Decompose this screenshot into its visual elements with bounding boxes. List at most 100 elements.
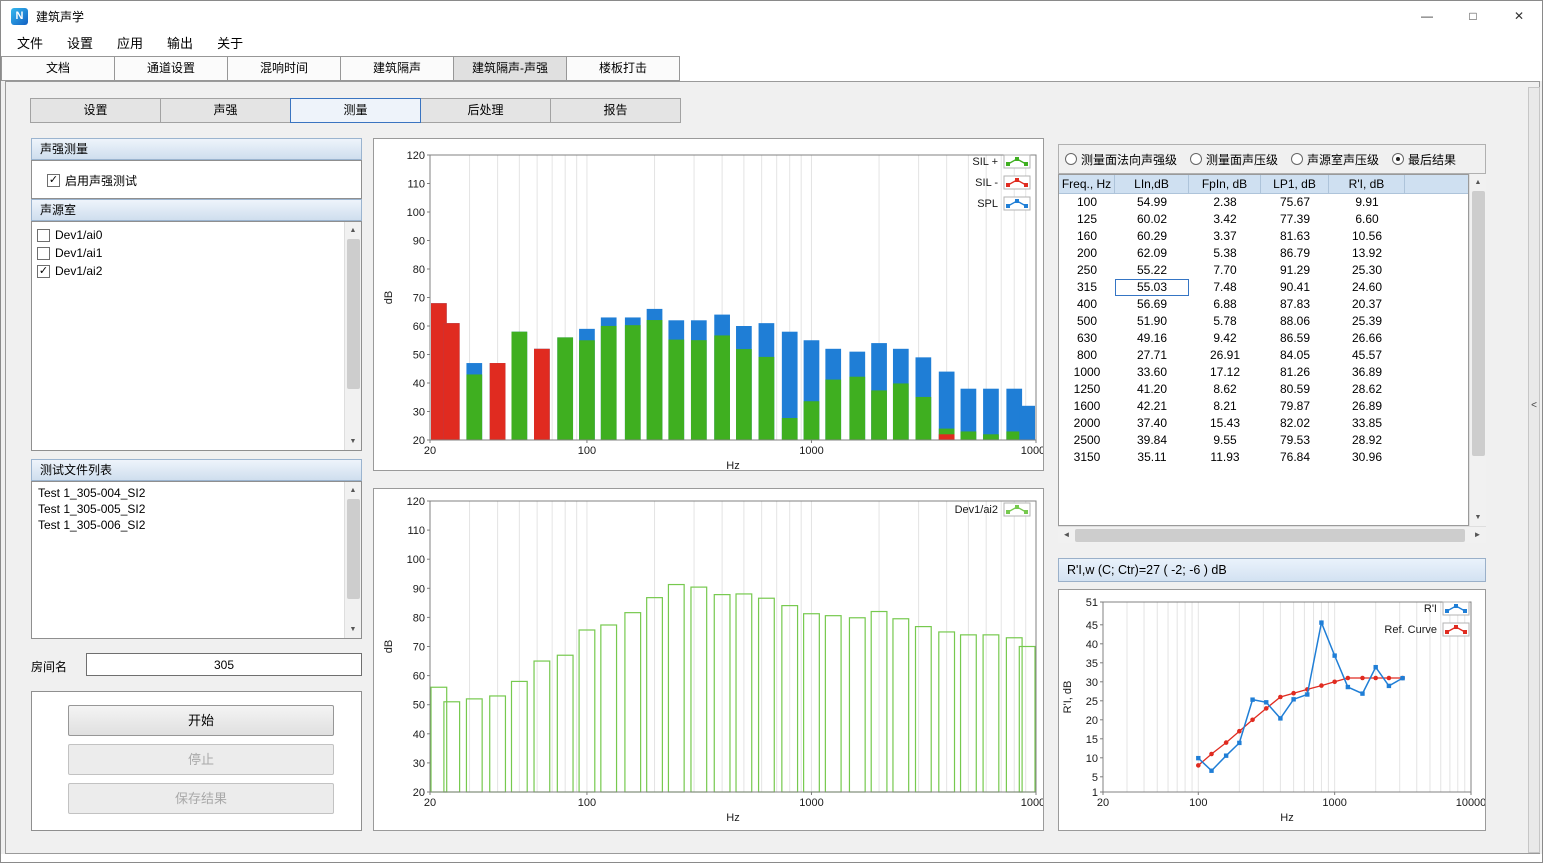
channel-item[interactable]: ✓Dev1/ai2 [32,262,361,280]
table-cell[interactable]: 28.62 [1329,381,1405,398]
table-cell[interactable]: 125 [1059,211,1115,228]
table-cell[interactable]: 35.11 [1115,449,1189,466]
table-cell[interactable]: 9.55 [1189,432,1261,449]
table-cell[interactable]: 6.60 [1329,211,1405,228]
channel-checkbox[interactable]: ✓ [37,265,50,278]
table-cell[interactable]: 55.03 [1115,279,1189,296]
close-button-icon[interactable]: ✕ [1496,1,1542,31]
stop-button[interactable]: 停止 [68,744,334,775]
table-cell[interactable]: 62.09 [1115,245,1189,262]
table-cell[interactable]: 81.26 [1261,364,1329,381]
table-row[interactable]: 63049.169.4286.5926.66 [1059,330,1468,347]
main-tab-5[interactable]: 建筑隔声-声强 [453,56,567,81]
table-row[interactable]: 25055.227.7091.2925.30 [1059,262,1468,279]
radio-option-2[interactable]: 测量面声压级 [1190,151,1278,168]
sub-tab-3[interactable]: 测量 [290,98,421,123]
table-cell[interactable]: 28.92 [1329,432,1405,449]
table-cell[interactable]: 8.21 [1189,398,1261,415]
column-header[interactable]: LP1, dB [1261,175,1329,194]
table-cell[interactable]: 7.48 [1189,279,1261,296]
table-cell[interactable]: 9.91 [1329,194,1405,211]
scroll-down-icon[interactable]: ▼ [345,433,361,450]
scroll-up-icon[interactable]: ▲ [345,222,361,239]
table-cell[interactable]: 25.30 [1329,262,1405,279]
scroll-left-icon[interactable]: ◄ [1058,527,1075,544]
table-vertical-scrollbar[interactable]: ▲ ▼ [1469,174,1486,526]
table-cell[interactable]: 10.56 [1329,228,1405,245]
table-cell[interactable]: 26.66 [1329,330,1405,347]
file-list-scrollbar[interactable]: ▲ ▼ [344,482,361,638]
table-cell[interactable]: 8.62 [1189,381,1261,398]
table-cell[interactable]: 5.78 [1189,313,1261,330]
table-cell[interactable]: 3150 [1059,449,1115,466]
table-cell[interactable]: 24.60 [1329,279,1405,296]
table-cell[interactable]: 6.88 [1189,296,1261,313]
table-cell[interactable]: 86.79 [1261,245,1329,262]
menu-item-5[interactable]: 关于 [205,31,255,56]
radio-option-1[interactable]: 测量面法向声强级 [1065,151,1177,168]
table-cell[interactable]: 100 [1059,194,1115,211]
table-cell[interactable]: 54.99 [1115,194,1189,211]
menu-item-1[interactable]: 文件 [5,31,55,56]
room-name-input[interactable] [86,653,362,676]
start-button[interactable]: 开始 [68,705,334,736]
file-item[interactable]: Test 1_305-006_SI2 [32,517,361,533]
enable-intensity-checkbox[interactable]: ✓ [47,174,60,187]
radio-option-3[interactable]: 声源室声压级 [1291,151,1379,168]
table-cell[interactable]: 90.41 [1261,279,1329,296]
table-cell[interactable]: 79.87 [1261,398,1329,415]
table-cell[interactable]: 400 [1059,296,1115,313]
table-cell[interactable]: 7.70 [1189,262,1261,279]
table-cell[interactable]: 75.67 [1261,194,1329,211]
table-row[interactable]: 50051.905.7888.0625.39 [1059,313,1468,330]
column-header[interactable]: FpIn, dB [1189,175,1261,194]
table-cell[interactable]: 77.39 [1261,211,1329,228]
menu-item-4[interactable]: 输出 [155,31,205,56]
table-row[interactable]: 40056.696.8887.8320.37 [1059,296,1468,313]
channel-item[interactable]: Dev1/ai1 [32,244,361,262]
table-cell[interactable]: 27.71 [1115,347,1189,364]
table-cell[interactable]: 2500 [1059,432,1115,449]
sub-tab-1[interactable]: 设置 [30,98,161,123]
table-cell[interactable]: 13.92 [1329,245,1405,262]
table-cell[interactable]: 26.89 [1329,398,1405,415]
sub-tab-4[interactable]: 后处理 [420,98,551,123]
main-tab-2[interactable]: 通道设置 [114,56,228,81]
channel-checkbox[interactable] [37,247,50,260]
table-horizontal-scrollbar[interactable]: ◄ ► [1058,526,1486,543]
table-cell[interactable]: 81.63 [1261,228,1329,245]
table-cell[interactable]: 1000 [1059,364,1115,381]
column-header[interactable]: LIn,dB [1115,175,1189,194]
main-tab-6[interactable]: 楼板打击 [566,56,680,81]
table-cell[interactable]: 80.59 [1261,381,1329,398]
scroll-right-icon[interactable]: ► [1469,527,1486,544]
side-panel-toggle[interactable]: < [1528,87,1540,853]
table-cell[interactable]: 200 [1059,245,1115,262]
table-cell[interactable]: 1250 [1059,381,1115,398]
table-cell[interactable]: 3.42 [1189,211,1261,228]
table-cell[interactable]: 2000 [1059,415,1115,432]
table-row[interactable]: 100033.6017.1281.2636.89 [1059,364,1468,381]
table-cell[interactable]: 82.02 [1261,415,1329,432]
table-row[interactable]: 12560.023.4277.396.60 [1059,211,1468,228]
table-cell[interactable]: 55.22 [1115,262,1189,279]
table-cell[interactable]: 250 [1059,262,1115,279]
table-cell[interactable]: 3.37 [1189,228,1261,245]
save-result-button[interactable]: 保存结果 [68,783,334,814]
scrollbar-thumb[interactable] [347,499,360,599]
maximize-button-icon[interactable]: □ [1450,1,1496,31]
channel-item[interactable]: Dev1/ai0 [32,226,361,244]
table-cell[interactable]: 15.43 [1189,415,1261,432]
table-row[interactable]: 10054.992.3875.679.91 [1059,194,1468,211]
radio-option-4[interactable]: 最后结果 [1392,151,1456,168]
table-cell[interactable]: 60.29 [1115,228,1189,245]
table-cell[interactable]: 11.93 [1189,449,1261,466]
menu-item-2[interactable]: 设置 [55,31,105,56]
table-cell[interactable]: 91.29 [1261,262,1329,279]
scroll-down-icon[interactable]: ▼ [1470,509,1486,526]
table-cell[interactable]: 36.89 [1329,364,1405,381]
table-cell[interactable]: 25.39 [1329,313,1405,330]
table-cell[interactable]: 87.83 [1261,296,1329,313]
column-header[interactable]: R'I, dB [1329,175,1405,194]
table-cell[interactable]: 60.02 [1115,211,1189,228]
